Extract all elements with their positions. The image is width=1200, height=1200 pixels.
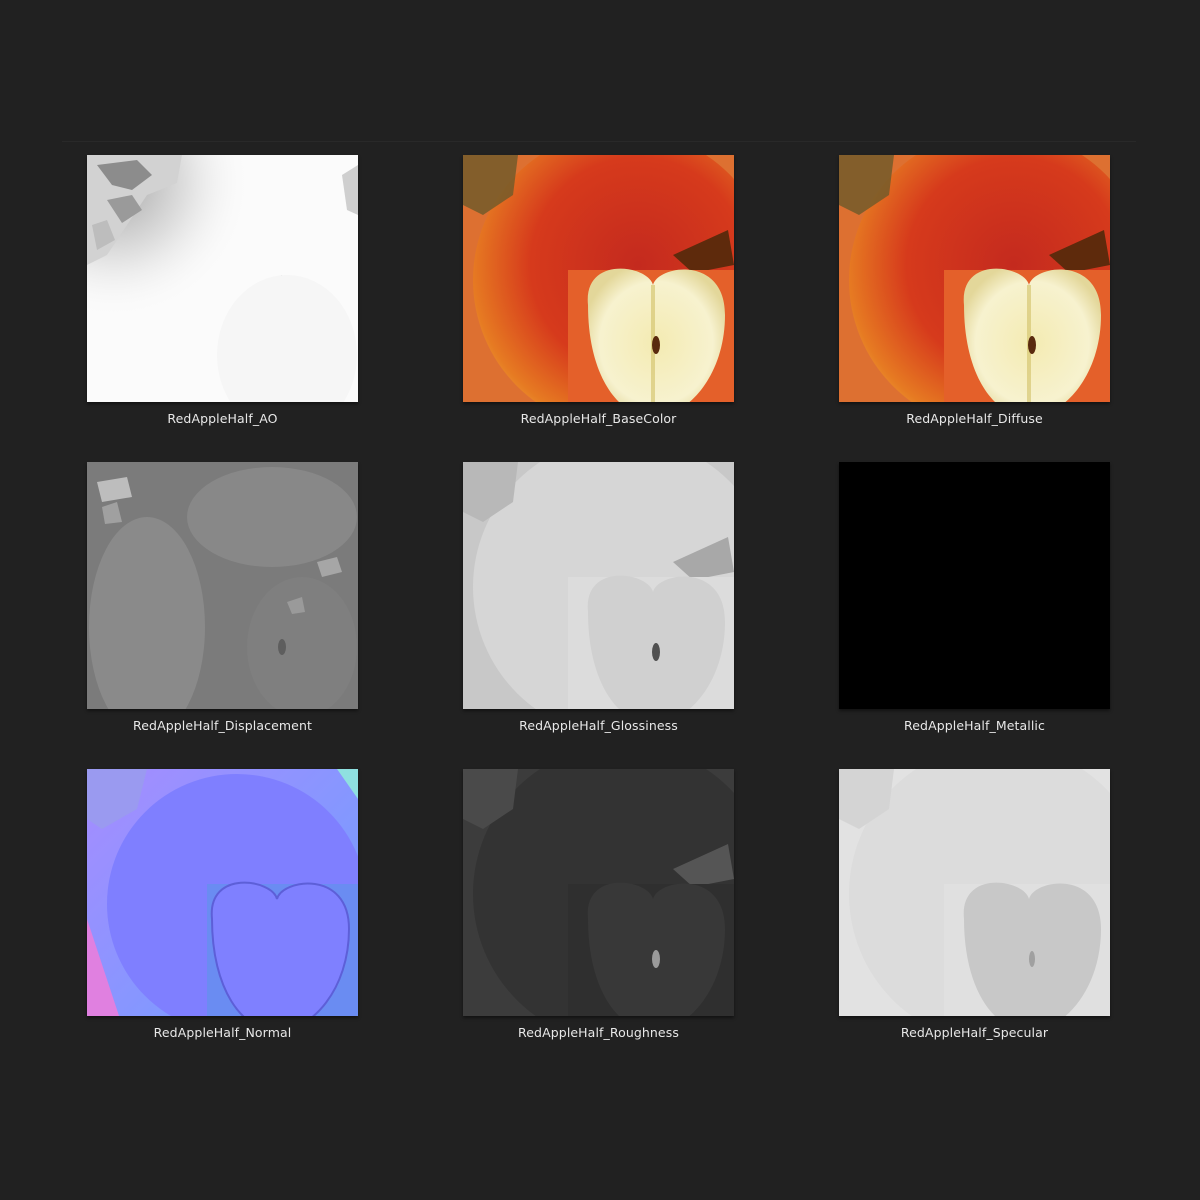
file-tile-normal[interactable]: RedAppleHalf_Normal (87, 769, 358, 1040)
file-tile-ao[interactable]: RedAppleHalf_AO (87, 155, 358, 426)
thumbnail-diffuse[interactable] (839, 155, 1110, 402)
thumbnail-roughness[interactable] (463, 769, 734, 1016)
thumbnail-metallic[interactable] (839, 462, 1110, 709)
thumbnail-basecolor[interactable] (463, 155, 734, 402)
normal-texture-image (87, 769, 358, 1016)
thumbnail-normal[interactable] (87, 769, 358, 1016)
thumbnail-displacement[interactable] (87, 462, 358, 709)
file-tile-roughness[interactable]: RedAppleHalf_Roughness (463, 769, 734, 1040)
file-name-label: RedAppleHalf_Normal (153, 1025, 292, 1040)
file-name-label: RedAppleHalf_Glossiness (519, 718, 678, 733)
diffuse-texture-image (839, 155, 1110, 402)
file-name-label: RedAppleHalf_AO (167, 411, 278, 426)
file-tile-metallic[interactable]: RedAppleHalf_Metallic (839, 462, 1110, 733)
glossiness-texture-image (463, 462, 734, 709)
roughness-texture-image (463, 769, 734, 1016)
thumbnail-ao[interactable] (87, 155, 358, 402)
thumbnail-glossiness[interactable] (463, 462, 734, 709)
metallic-texture-image (839, 462, 1110, 709)
top-divider (62, 141, 1136, 142)
file-name-label: RedAppleHalf_Roughness (518, 1025, 679, 1040)
file-name-label: RedAppleHalf_BaseColor (520, 411, 677, 426)
file-name-label: RedAppleHalf_Diffuse (906, 411, 1043, 426)
file-name-label: RedAppleHalf_Displacement (133, 718, 312, 733)
thumbnail-grid: RedAppleHalf_AO RedAppleHalf_BaseColor R… (87, 155, 1111, 1040)
ao-texture-image (87, 155, 358, 402)
file-name-label: RedAppleHalf_Specular (900, 1025, 1049, 1040)
specular-texture-image (839, 769, 1110, 1016)
file-tile-diffuse[interactable]: RedAppleHalf_Diffuse (839, 155, 1110, 426)
displacement-texture-image (87, 462, 358, 709)
file-name-label: RedAppleHalf_Metallic (904, 718, 1045, 733)
file-tile-displacement[interactable]: RedAppleHalf_Displacement (87, 462, 358, 733)
basecolor-texture-image (463, 155, 734, 402)
file-tile-specular[interactable]: RedAppleHalf_Specular (839, 769, 1110, 1040)
file-tile-glossiness[interactable]: RedAppleHalf_Glossiness (463, 462, 734, 733)
file-tile-basecolor[interactable]: RedAppleHalf_BaseColor (463, 155, 734, 426)
file-browser-window: RedAppleHalf_AO RedAppleHalf_BaseColor R… (0, 0, 1200, 1200)
thumbnail-specular[interactable] (839, 769, 1110, 1016)
